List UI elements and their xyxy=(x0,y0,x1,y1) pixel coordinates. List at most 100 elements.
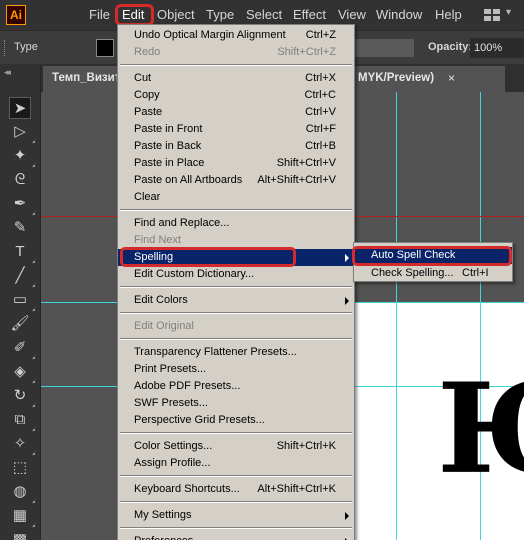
menu-separator xyxy=(120,312,352,314)
pen-tool-icon[interactable]: ✒ xyxy=(9,193,35,215)
rectangle-tool-icon[interactable]: ▭ xyxy=(9,289,35,311)
menu-item-label: Keyboard Shortcuts... xyxy=(134,483,240,495)
menu-item-copy[interactable]: Copy Ctrl+C xyxy=(118,87,354,104)
menu-item-paste-in-front[interactable]: Paste in Front Ctrl+F xyxy=(118,121,354,138)
menu-item-shortcut: Ctrl+X xyxy=(305,72,336,84)
illustrator-window: Ai File Edit Object Type Select Effect V… xyxy=(0,0,524,540)
menu-item-my-settings[interactable]: My Settings xyxy=(118,507,354,524)
shape-builder-tool-icon[interactable]: ◍ xyxy=(9,481,35,503)
menu-item-shortcut: Shift+Ctrl+Z xyxy=(277,46,336,58)
menu-item-label: Find Next xyxy=(134,234,182,246)
menu-help[interactable]: Help xyxy=(435,0,462,30)
puppet-warp-tool-icon[interactable]: ✧ xyxy=(9,433,35,455)
shaper-tool-icon[interactable]: ✐ xyxy=(9,337,35,359)
menu-item-undo-optical-margin-alignment[interactable]: Undo Optical Margin Alignment Ctrl+Z xyxy=(118,27,354,44)
submenu-arrow-icon xyxy=(345,297,349,305)
menu-separator xyxy=(120,64,352,66)
opacity-input[interactable]: 100% xyxy=(470,38,524,58)
eraser-tool-icon[interactable]: ◈ xyxy=(9,361,35,383)
menu-item-perspective-grid-presets[interactable]: Perspective Grid Presets... xyxy=(118,412,354,429)
menu-item-shortcut: Shift+Ctrl+V xyxy=(276,157,336,169)
workspace-grid-icon[interactable] xyxy=(484,9,500,21)
collapse-panel-icon[interactable]: ◂◂ xyxy=(4,67,11,78)
menu-item-shortcut: Alt+Shift+Ctrl+V xyxy=(257,174,336,186)
menu-item-label: Edit Original xyxy=(134,320,194,332)
menu-item-edit-colors[interactable]: Edit Colors xyxy=(118,292,354,309)
artboard-text[interactable]: Ю xyxy=(437,368,524,492)
menu-item-label: Undo Optical Margin Alignment xyxy=(134,29,286,41)
fill-swatch[interactable] xyxy=(96,39,114,57)
menu-item-label: Edit Colors xyxy=(134,294,188,306)
submenu-item-label: Check Spelling... xyxy=(371,267,454,279)
menu-item-label: Paste in Place xyxy=(134,157,205,169)
type-tool-icon[interactable]: T xyxy=(9,241,35,263)
menu-item-paste-in-place[interactable]: Paste in Place Shift+Ctrl+V xyxy=(118,155,354,172)
free-transform-tool-icon[interactable]: ⬚ xyxy=(9,457,31,479)
close-icon[interactable]: × xyxy=(448,71,455,85)
menu-item-label: Copy xyxy=(134,89,160,101)
menu-item-cut[interactable]: Cut Ctrl+X xyxy=(118,70,354,87)
tools-panel: ◂◂ ➤ ▷ ✦ ᘓ ✒ ✎ T ╱ ▭ 🖌 ✐ ◈ ↻ ⧉ ✧ ⬚ ◍ ▦ ▩ xyxy=(0,64,41,540)
selection-tool-icon[interactable]: ➤ xyxy=(9,97,31,119)
curvature-tool-icon[interactable]: ✎ xyxy=(9,217,31,239)
menu-separator xyxy=(120,432,352,434)
edit-menu-annotation xyxy=(115,4,154,26)
menu-item-label: Redo xyxy=(134,46,161,58)
menu-window[interactable]: Window xyxy=(376,0,422,30)
rotate-tool-icon[interactable]: ↻ xyxy=(9,385,35,407)
magic-wand-tool-icon[interactable]: ✦ xyxy=(9,145,35,167)
menu-item-paste[interactable]: Paste Ctrl+V xyxy=(118,104,354,121)
menu-item-redo: Redo Shift+Ctrl+Z xyxy=(118,44,354,61)
perspective-grid-tool-icon[interactable]: ▦ xyxy=(9,505,35,527)
menu-item-label: Cut xyxy=(134,72,152,84)
line-segment-tool-icon[interactable]: ╱ xyxy=(9,265,35,287)
submenu-item-shortcut: Ctrl+I xyxy=(462,267,489,279)
menu-item-adobe-pdf-presets[interactable]: Adobe PDF Presets... xyxy=(118,378,354,395)
menu-item-color-settings[interactable]: Color Settings... Shift+Ctrl+K xyxy=(118,438,354,455)
menu-item-paste-on-all-artboards[interactable]: Paste on All Artboards Alt+Shift+Ctrl+V xyxy=(118,172,354,189)
menu-file[interactable]: File xyxy=(89,0,110,30)
menu-item-shortcut: Alt+Shift+Ctrl+K xyxy=(257,483,336,495)
menu-separator xyxy=(120,475,352,477)
scale-tool-icon[interactable]: ⧉ xyxy=(9,409,35,431)
menu-item-label: Assign Profile... xyxy=(134,457,211,469)
menu-item-edit-custom-dictionary[interactable]: Edit Custom Dictionary... xyxy=(118,266,354,283)
selection-type-label: Type xyxy=(14,41,38,53)
mesh-tool-icon[interactable]: ▩ xyxy=(9,529,31,540)
menu-item-label: Paste on All Artboards xyxy=(134,174,243,186)
menu-item-label: Perspective Grid Presets... xyxy=(134,414,265,426)
menu-item-find-and-replace[interactable]: Find and Replace... xyxy=(118,215,354,232)
menu-item-label: Transparency Flattener Presets... xyxy=(134,346,297,358)
submenu-item-check-spelling[interactable]: Check Spelling... Ctrl+I xyxy=(354,265,512,282)
menu-item-preferences[interactable]: Preferences xyxy=(118,533,354,540)
menu-item-keyboard-shortcuts[interactable]: Keyboard Shortcuts... Alt+Shift+Ctrl+K xyxy=(118,481,354,498)
spelling-annotation xyxy=(120,247,296,267)
menu-separator xyxy=(120,338,352,340)
opacity-label[interactable]: Opacity: xyxy=(428,41,472,53)
menu-item-label: Adobe PDF Presets... xyxy=(134,380,241,392)
guide-vertical[interactable] xyxy=(396,92,397,540)
menu-item-assign-profile[interactable]: Assign Profile... xyxy=(118,455,354,472)
menu-item-swf-presets[interactable]: SWF Presets... xyxy=(118,395,354,412)
edit-menu: Undo Optical Margin Alignment Ctrl+Z Redo S… xyxy=(117,24,355,540)
menu-item-label: Paste xyxy=(134,106,163,118)
paintbrush-tool-icon[interactable]: 🖌 xyxy=(9,313,31,335)
lasso-tool-icon[interactable]: ᘓ xyxy=(9,169,31,191)
menu-item-label: My Settings xyxy=(134,509,192,521)
menu-item-clear[interactable]: Clear xyxy=(118,189,354,206)
menu-item-label: Clear xyxy=(134,191,161,203)
menu-item-paste-in-back[interactable]: Paste in Back Ctrl+B xyxy=(118,138,354,155)
illustrator-logo: Ai xyxy=(6,5,26,25)
menu-separator xyxy=(120,527,352,529)
panel-grip[interactable] xyxy=(4,40,7,56)
menu-item-label: Print Presets... xyxy=(134,363,207,375)
direct-selection-tool-icon[interactable]: ▷ xyxy=(9,121,35,143)
style-field[interactable] xyxy=(352,39,414,57)
menu-separator xyxy=(120,286,352,288)
menu-item-label: SWF Presets... xyxy=(134,397,208,409)
chevron-down-icon[interactable]: ▾ xyxy=(506,7,511,18)
menu-item-transparency-flattener-presets[interactable]: Transparency Flattener Presets... xyxy=(118,344,354,361)
submenu-arrow-icon xyxy=(345,512,349,520)
menu-item-print-presets[interactable]: Print Presets... xyxy=(118,361,354,378)
menu-item-shortcut: Ctrl+C xyxy=(304,89,336,101)
